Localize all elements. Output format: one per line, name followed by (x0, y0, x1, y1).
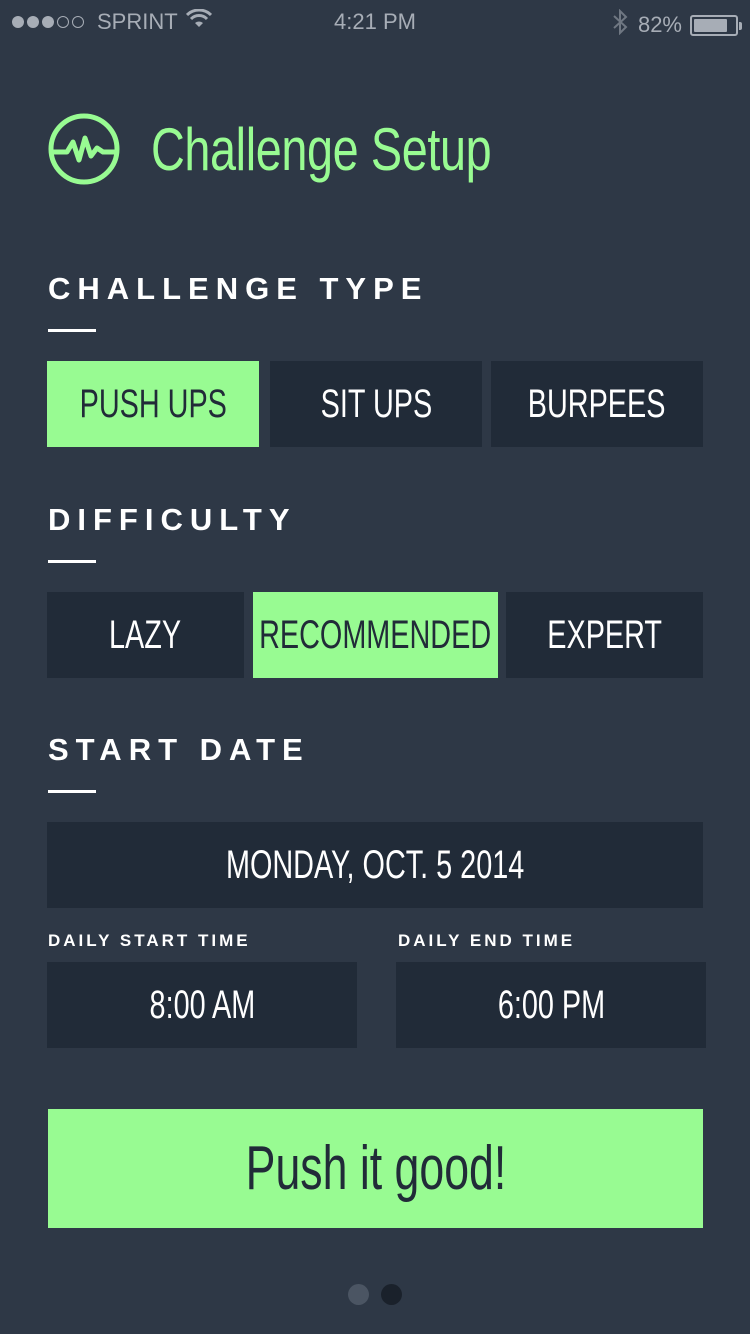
battery-percent: 82% (637, 12, 682, 37)
page-indicator (0, 1284, 750, 1305)
page-dot[interactable] (381, 1284, 402, 1305)
daily-start-time-field[interactable]: 8:00 AM (47, 962, 357, 1048)
challenge-type-label: CHALLENGE TYPE (48, 271, 429, 306)
challenge-option-push-ups[interactable]: PUSH UPS (47, 361, 259, 447)
difficulty-label: DIFFICULTY (48, 502, 297, 537)
daily-end-time-field[interactable]: 6:00 PM (396, 962, 706, 1048)
header: Challenge Setup (47, 112, 587, 186)
status-bar: SPRINT 4:21 PM 82% (0, 0, 750, 44)
status-right: 82% (612, 8, 742, 41)
difficulty-option-lazy[interactable]: LAZY (47, 592, 244, 678)
start-date-field[interactable]: MONDAY, OCT. 5 2014 (47, 822, 703, 908)
start-date-label: START DATE (48, 732, 310, 767)
battery-icon (690, 14, 742, 36)
daily-end-time-label: DAILY END TIME (398, 931, 576, 950)
push-it-good-button[interactable]: Push it good! (48, 1109, 703, 1228)
bluetooth-icon (612, 8, 628, 41)
heartbeat-circle-icon (48, 113, 120, 185)
section-divider (48, 790, 96, 793)
page-dot[interactable] (348, 1284, 369, 1305)
page-title: Challenge Setup (151, 115, 492, 183)
difficulty-option-expert[interactable]: EXPERT (506, 592, 703, 678)
daily-start-time-label: DAILY START TIME (48, 931, 251, 950)
challenge-option-burpees[interactable]: BURPEES (491, 361, 703, 447)
difficulty-option-recommended[interactable]: RECOMMENDED (253, 592, 498, 678)
section-divider (48, 560, 96, 563)
challenge-option-sit-ups[interactable]: SIT UPS (270, 361, 482, 447)
battery-fill (694, 18, 727, 32)
section-divider (48, 329, 96, 332)
